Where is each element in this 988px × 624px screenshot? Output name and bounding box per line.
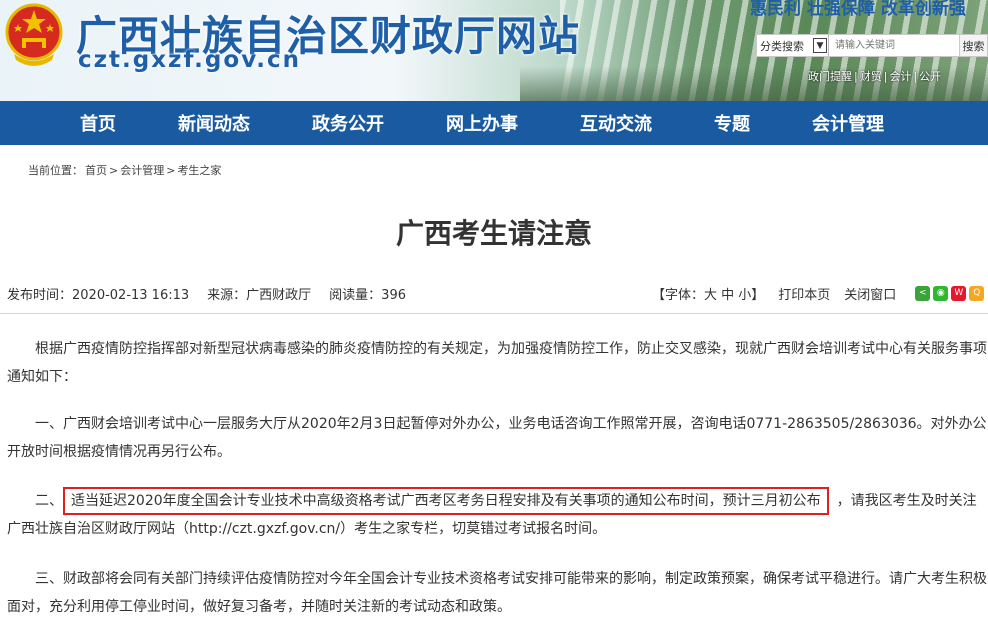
- quick-link-4[interactable]: 公开: [919, 70, 941, 83]
- nav-item-gov-affairs[interactable]: 政务公开: [312, 110, 384, 136]
- article-title: 广西考生请注意: [395, 217, 592, 250]
- breadcrumb: 当前位置： 首页 > 会计管理 > 考生之家: [28, 162, 223, 178]
- paragraph-prefix: 二、: [35, 493, 63, 509]
- search-bar: 分类搜索 ▼ 搜索: [756, 34, 988, 57]
- read-count: 阅读量：396: [329, 288, 406, 303]
- nav-item-online-services[interactable]: 网上办事: [446, 110, 518, 136]
- site-slogan: 惠民利 壮强保障 改革创新强: [750, 0, 966, 19]
- paragraph-item-1: 一、广西财会培训考试中心一层服务大厅从2020年2月3日起暂停对外办公，业务电话…: [7, 410, 988, 466]
- wechat-icon[interactable]: ◉: [933, 286, 949, 301]
- publish-time: 发布时间：2020-02-13 16:13: [7, 288, 190, 303]
- search-button[interactable]: 搜索: [959, 35, 987, 56]
- breadcrumb-separator: >: [109, 164, 119, 177]
- content-divider: [0, 313, 988, 314]
- quick-links: 政门提醒 | 财贸 | 会计 | 公开: [808, 70, 942, 83]
- paragraph-text: 根据广西疫情防控指挥部对新型冠状病毒感染的肺炎疫情防控的有关规定，为加强疫情防控…: [7, 341, 987, 385]
- breadcrumb-item-accounting[interactable]: 会计管理: [120, 164, 164, 177]
- paragraph-intro: 根据广西疫情防控指挥部对新型冠状病毒感染的肺炎疫情防控的有关规定，为加强疫情防控…: [7, 335, 988, 391]
- print-button[interactable]: 打印本页: [778, 284, 830, 303]
- quick-link-1[interactable]: 政门提醒: [808, 70, 852, 83]
- nav-item-topics[interactable]: 专题: [714, 110, 750, 136]
- qq-icon[interactable]: Q: [969, 286, 985, 301]
- article-meta: 发布时间：2020-02-13 16:13 来源：广西财政厅 阅读量：396: [7, 284, 424, 303]
- breadcrumb-separator: >: [166, 164, 176, 177]
- site-banner: 广西壮族自治区财政厅网站 czt.gxzf.gov.cn 惠民利 壮强保障 改革…: [0, 0, 988, 101]
- article-source: 来源：广西财政厅: [207, 288, 312, 303]
- nav-item-home[interactable]: 首页: [80, 110, 116, 136]
- paragraph-text: 三、财政部将会同有关部门持续评估疫情防控对今年全国会计专业技术资格考试安排可能带…: [7, 571, 987, 615]
- paragraph-text: 一、广西财会培训考试中心一层服务大厅从2020年2月3日起暂停对外办公，业务电话…: [7, 416, 987, 460]
- paragraph-item-3: 三、财政部将会同有关部门持续评估疫情防控对今年全国会计专业技术资格考试安排可能带…: [7, 565, 988, 621]
- weibo-icon[interactable]: W: [951, 286, 967, 301]
- breadcrumb-item-home[interactable]: 首页: [85, 164, 107, 177]
- paragraph-item-2: 二、 适当延迟2020年度全国会计专业技术中高级资格考试广西考区考务日程安排及有关…: [7, 487, 988, 543]
- site-url[interactable]: czt.gxzf.gov.cn: [78, 47, 301, 73]
- share-icon[interactable]: <: [915, 286, 931, 301]
- search-category-label: 分类搜索: [760, 39, 804, 53]
- close-window-button[interactable]: 关闭窗口: [844, 284, 896, 303]
- main-nav: 首页 新闻动态 政务公开 网上办事 互动交流 专题 会计管理: [0, 101, 988, 145]
- national-emblem-icon: [5, 3, 63, 66]
- nav-item-news[interactable]: 新闻动态: [178, 110, 250, 136]
- quick-link-3[interactable]: 会计: [889, 70, 911, 83]
- share-icons: < ◉ W Q: [915, 286, 985, 301]
- chevron-down-icon[interactable]: ▼: [813, 38, 827, 53]
- highlighted-notice: 适当延迟2020年度全国会计专业技术中高级资格考试广西考区考务日程安排及有关事项…: [63, 487, 829, 515]
- search-input[interactable]: [829, 35, 959, 56]
- breadcrumb-prefix: 当前位置：: [28, 164, 83, 177]
- article-tools: 【字体：大 中 小】 打印本页 关闭窗口 < ◉ W Q: [652, 284, 985, 303]
- quick-link-2[interactable]: 财贸: [860, 70, 882, 83]
- nav-item-interaction[interactable]: 互动交流: [580, 110, 652, 136]
- search-category-select[interactable]: 分类搜索 ▼: [757, 35, 829, 56]
- breadcrumb-item-candidates[interactable]: 考生之家: [177, 164, 221, 177]
- font-size-toggle[interactable]: 【字体：大 中 小】: [652, 284, 764, 303]
- nav-item-accounting[interactable]: 会计管理: [812, 110, 884, 136]
